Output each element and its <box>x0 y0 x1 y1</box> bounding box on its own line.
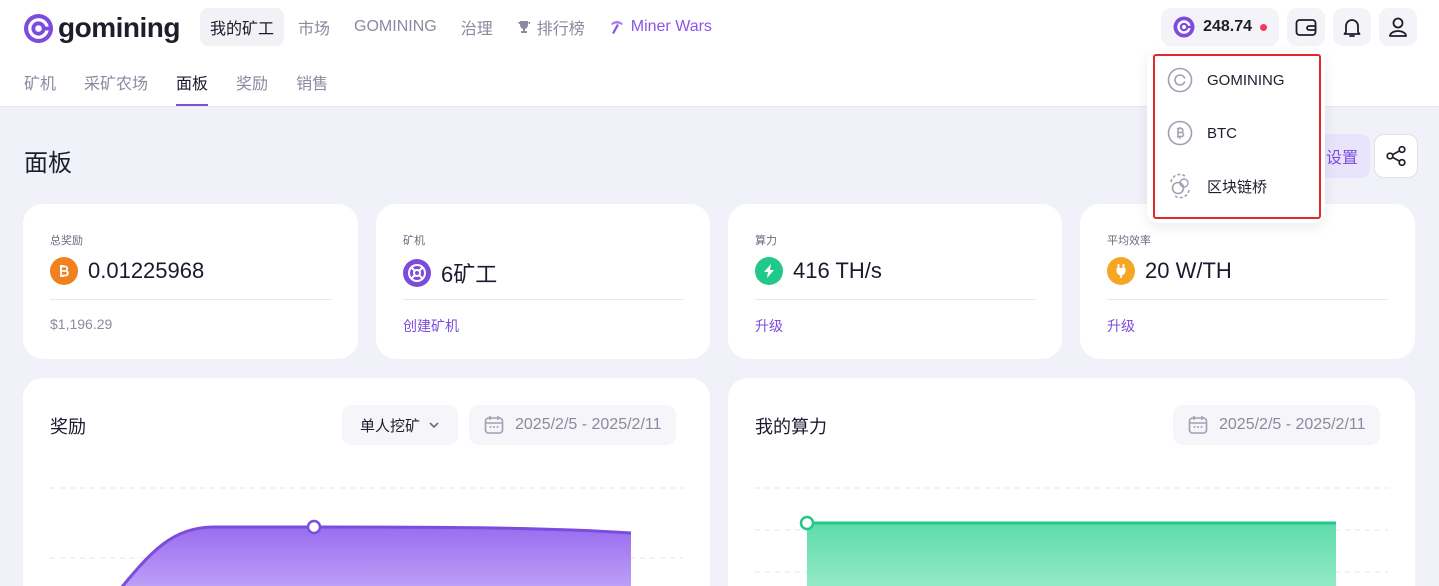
subnav-miners[interactable]: 矿机 <box>24 70 56 106</box>
user-icon <box>1389 17 1407 37</box>
nav-label: 治理 <box>460 21 493 38</box>
wallet-button[interactable] <box>1287 8 1325 46</box>
gomining-logo-icon <box>23 13 54 43</box>
stat-card-miners: 矿机 6矿工 创建矿机 <box>376 204 710 359</box>
upgrade-efficiency-link[interactable]: 升级 <box>1107 316 1135 336</box>
bell-icon <box>1343 19 1361 37</box>
stat-value-row: 0.01225968 <box>50 257 204 285</box>
wallet-icon <box>1295 19 1317 36</box>
nav-label: 排行榜 <box>536 21 585 38</box>
nav-miner-wars[interactable]: Miner Wars <box>599 8 722 46</box>
plug-icon <box>1107 257 1135 285</box>
logo[interactable]: gomining <box>23 12 180 44</box>
dropdown-item-gomining[interactable]: GOMINING <box>1167 65 1285 95</box>
stat-value-row: 416 TH/s <box>755 257 882 285</box>
bridge-icon <box>1170 173 1190 199</box>
divider <box>755 299 1035 300</box>
divider <box>403 299 683 300</box>
nav-label: 我的矿工 <box>210 21 275 38</box>
stat-label: 矿机 <box>403 235 425 247</box>
stat-card-efficiency: 平均效率 20 W/TH 升级 <box>1080 204 1415 359</box>
nav-governance[interactable]: 治理 <box>451 8 503 46</box>
notifications-button[interactable] <box>1333 8 1371 46</box>
gomining-coin-icon <box>1173 16 1195 38</box>
main-nav: 我的矿工 市场 GOMINING 治理 排行榜 Miner Wars <box>200 8 722 46</box>
dropdown-item-label: BTC <box>1207 124 1237 142</box>
profile-button[interactable] <box>1379 8 1417 46</box>
gomining-coin-icon <box>1167 67 1193 93</box>
logo-text: gomining <box>58 12 180 43</box>
dropdown-item-label: 区块链桥 <box>1207 178 1268 196</box>
stat-value: 6矿工 <box>441 262 498 287</box>
btc-coin-icon <box>1167 120 1193 146</box>
share-icon <box>1386 145 1406 167</box>
page-title: 面板 <box>24 150 72 177</box>
notification-dot <box>1260 23 1267 31</box>
nav-gomining[interactable]: GOMINING <box>344 8 447 46</box>
stat-value: 0.01225968 <box>88 258 205 283</box>
rewards-chart-plot <box>50 487 683 586</box>
hashrate-point[interactable] <box>799 515 815 531</box>
stat-card-total-rewards: 总奖励 0.01225968 $1,196.29 <box>23 204 358 359</box>
stat-footer: $1,196.29 <box>50 316 113 332</box>
hashrate-chart-plot <box>755 487 1388 586</box>
trophy-icon <box>517 21 530 33</box>
sub-nav: 矿机 采矿农场 面板 奖励 销售 <box>24 70 328 106</box>
dropdown-item-btc[interactable]: BTC <box>1167 118 1237 148</box>
hashrate-chart-card: 我的算力 2025/2/5 - 2025/2/11 <box>728 378 1415 586</box>
header-actions: 248.74 <box>1161 8 1417 46</box>
dropdown-item-bridge[interactable]: 区块链桥 <box>1167 171 1267 201</box>
subnav-rewards[interactable]: 奖励 <box>236 70 268 106</box>
stat-label: 算力 <box>755 235 777 247</box>
dropdown-item-label: GOMINING <box>1207 71 1285 89</box>
nav-label: GOMINING <box>354 18 437 35</box>
stat-label: 总奖励 <box>50 235 83 247</box>
nav-market[interactable]: 市场 <box>288 8 340 46</box>
divider <box>1107 299 1388 300</box>
rewards-area <box>122 527 631 586</box>
bitcoin-icon <box>50 257 78 285</box>
miner-icon <box>403 259 431 287</box>
rewards-chart-card: 奖励 单人挖矿 2025/2/5 - 2025/2/11 <box>23 378 710 586</box>
pickaxe-icon <box>610 21 623 34</box>
subnav-mining-farm[interactable]: 采矿农场 <box>84 70 148 106</box>
nav-leaderboard[interactable]: 排行榜 <box>507 8 595 46</box>
subnav-dashboard[interactable]: 面板 <box>176 70 209 106</box>
stat-value-row: 20 W/TH <box>1107 257 1232 285</box>
upgrade-hashrate-link[interactable]: 升级 <box>755 316 783 336</box>
stat-value: 416 TH/s <box>793 258 882 283</box>
bolt-icon <box>755 257 783 285</box>
stat-value: 20 W/TH <box>1145 258 1232 283</box>
subnav-sales[interactable]: 销售 <box>296 70 328 106</box>
hashrate-area <box>807 523 1336 586</box>
settings-label: 设置 <box>1325 150 1358 167</box>
create-miner-link[interactable]: 创建矿机 <box>403 316 459 336</box>
wallet-balance-button[interactable]: 248.74 <box>1161 8 1279 46</box>
stat-label: 平均效率 <box>1107 235 1151 247</box>
rewards-point[interactable] <box>306 519 322 535</box>
share-button[interactable] <box>1374 134 1418 178</box>
divider <box>50 299 331 300</box>
stat-card-hashrate: 算力 416 TH/s 升级 <box>728 204 1062 359</box>
stat-value-row: 6矿工 <box>403 257 497 289</box>
nav-label: 市场 <box>298 21 331 38</box>
nav-my-miners[interactable]: 我的矿工 <box>200 8 285 46</box>
nav-label: Miner Wars <box>630 18 712 35</box>
wallet-dropdown-menu: GOMINING BTC 区块链桥 <box>1147 51 1325 223</box>
balance-value: 248.74 <box>1203 18 1252 35</box>
